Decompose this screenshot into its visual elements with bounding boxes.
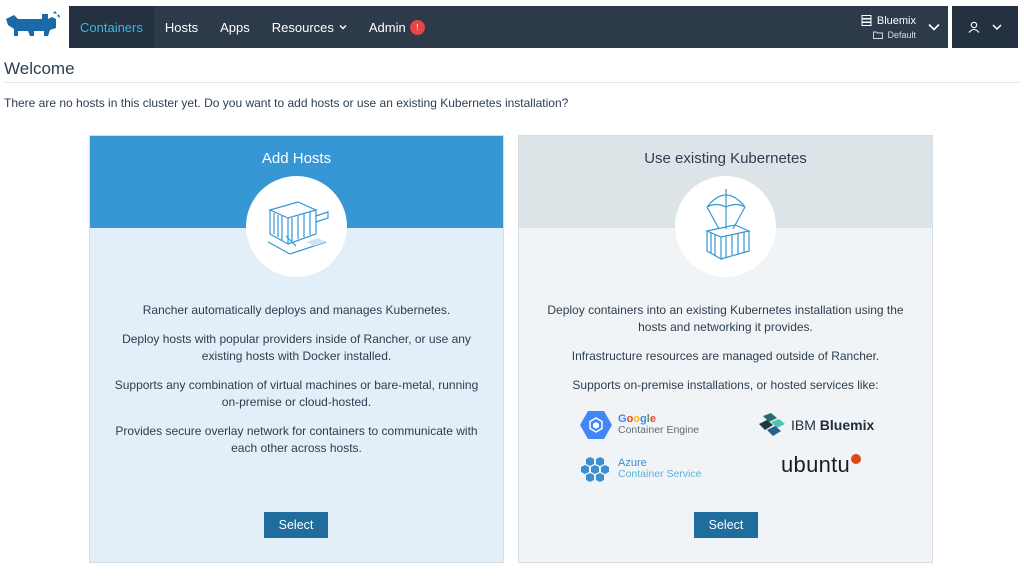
divider xyxy=(4,82,1020,83)
nav-apps[interactable]: Apps xyxy=(209,6,261,48)
ubuntu-circle-icon xyxy=(851,454,862,464)
top-navigation-bar: Containers Hosts Apps Resources Admin ! … xyxy=(69,6,948,48)
nav-apps-label: Apps xyxy=(220,19,250,35)
add-hosts-card: Add Hosts Rancher automatically deploys … xyxy=(89,135,504,563)
container-crane-icon xyxy=(267,200,329,255)
environment-sub: Default xyxy=(887,29,916,40)
azure-container-service-icon xyxy=(581,457,609,482)
ibm-brand: IBM xyxy=(791,417,816,433)
server-icon xyxy=(861,15,872,26)
provider-azure: Azure Container Service xyxy=(580,456,701,482)
existing-kubernetes-description: Deploy containers into an existing Kuber… xyxy=(537,302,914,406)
existing-kubernetes-card: Use existing Kubernetes Deploy container… xyxy=(518,135,933,563)
ibm-bluemix-logo-icon xyxy=(759,413,785,436)
nav-admin[interactable]: Admin ! xyxy=(358,6,436,48)
environment-switcher[interactable]: Bluemix Default xyxy=(861,10,940,44)
user-icon xyxy=(968,21,980,33)
add-hosts-para-1: Rancher automatically deploys and manage… xyxy=(142,303,451,317)
add-hosts-para-2: Deploy hosts with popular providers insi… xyxy=(122,332,471,363)
existing-kubernetes-title: Use existing Kubernetes xyxy=(644,150,807,167)
add-hosts-para-3: Supports any combination of virtual mach… xyxy=(114,378,479,409)
ubuntu-name: ubuntu xyxy=(781,452,851,477)
existing-k8s-para-1: Deploy containers into an existing Kuber… xyxy=(547,303,904,334)
rancher-cow-icon xyxy=(6,11,60,36)
page-title: Welcome xyxy=(4,59,75,78)
provider-ubuntu: ubuntu xyxy=(781,452,862,478)
nav-containers-label: Containers xyxy=(80,19,143,35)
nav-admin-label: Admin xyxy=(368,19,406,35)
nav-hosts-label: Hosts xyxy=(164,19,199,35)
add-hosts-para-4: Provides secure overlay network for cont… xyxy=(115,424,478,455)
existing-kubernetes-select-button[interactable]: Select xyxy=(694,512,758,538)
azure-name: Container Service xyxy=(618,468,702,480)
nav-resources-label: Resources xyxy=(271,19,334,35)
existing-k8s-para-3: Supports on-premise installations, or ho… xyxy=(572,378,879,392)
existing-k8s-para-2: Infrastructure resources are managed out… xyxy=(571,349,880,363)
ubuntu-wordmark: ubuntu xyxy=(781,452,862,478)
nav-resources[interactable]: Resources xyxy=(261,6,358,48)
gke-logo-icon xyxy=(580,411,612,439)
ibm-bluemix-wordmark: IBM Bluemix xyxy=(791,417,874,433)
add-hosts-title: Add Hosts xyxy=(261,150,332,167)
chevron-down-icon xyxy=(992,24,1002,31)
add-hosts-select-button[interactable]: Select xyxy=(264,512,328,538)
parachute-container-icon xyxy=(704,188,751,260)
nav-hosts[interactable]: Hosts xyxy=(154,6,209,48)
environment-name: Bluemix xyxy=(876,14,916,27)
add-hosts-illustration xyxy=(246,176,347,277)
chevron-down-icon xyxy=(339,25,347,30)
provider-gke: Google Container Engine xyxy=(580,410,699,440)
existing-kubernetes-illustration xyxy=(675,176,776,277)
bluemix-name: Bluemix xyxy=(819,417,875,433)
provider-ibm-bluemix: IBM Bluemix xyxy=(757,412,874,438)
intro-text: There are no hosts in this cluster yet. … xyxy=(4,96,569,110)
nav-containers[interactable]: Containers xyxy=(69,6,154,48)
alert-badge: ! xyxy=(409,19,425,35)
add-hosts-description: Rancher automatically deploys and manage… xyxy=(108,302,485,469)
user-menu[interactable] xyxy=(952,6,1018,48)
chevron-down-icon xyxy=(928,23,940,31)
gke-name: Container Engine xyxy=(618,424,700,436)
rancher-logo[interactable] xyxy=(4,10,60,42)
folder-icon xyxy=(873,31,884,39)
